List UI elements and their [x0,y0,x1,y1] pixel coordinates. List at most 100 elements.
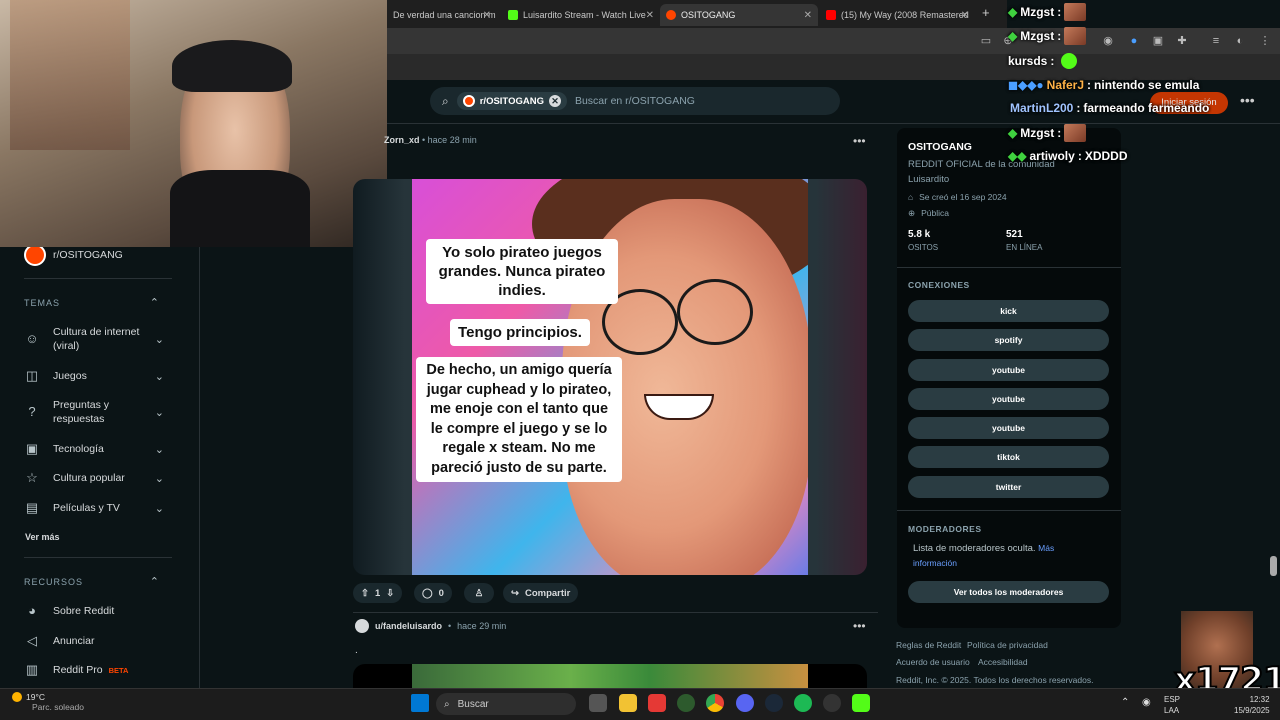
upvote-icon[interactable]: ⇧ [361,588,369,599]
footer-link-user-agreement[interactable]: Acuerdo de usuario [896,657,970,667]
task-view-icon[interactable] [589,694,607,712]
post2-author[interactable]: u/fandeluisardo [375,621,442,631]
award-button[interactable]: ♙ [464,583,494,603]
view-moderators-button[interactable]: Ver todos los moderadores [908,581,1109,603]
vote-buttons[interactable]: ⇧ 1 ⇩ [353,583,403,603]
comments-button[interactable]: ◯ 0 [414,583,452,603]
screen-icon[interactable]: ▣ [1151,34,1165,48]
connection-youtube-1[interactable]: youtube [908,359,1109,381]
clock[interactable]: 12:32 15/9/2025 [1234,694,1270,716]
temas-heading[interactable]: TEMAS ⌃ [24,297,160,309]
shield-icon[interactable]: ● [1127,34,1141,48]
tab-label: (15) My Way (2008 Remastered [841,10,969,20]
sidebar-item-cultura-popular[interactable]: ☆ Cultura popular ⌄ [24,470,164,486]
clear-icon[interactable]: ✕ [548,95,561,107]
spotify-icon[interactable] [794,694,812,712]
post2-body: . [355,645,358,656]
sidebar-item-peliculas[interactable]: ▤ Películas y TV ⌄ [24,500,164,516]
puzzle-icon[interactable]: ✚ [1175,34,1189,48]
cast-icon[interactable]: ▭ [979,34,993,48]
menu-icon[interactable]: ⋮ [1258,34,1272,48]
kick-icon[interactable] [852,694,870,712]
file-explorer-icon[interactable] [619,694,637,712]
comment-icon: ◯ [422,587,433,599]
post-meta: Zorn_xd • hace 28 min [384,135,477,145]
sidebar-item-anunciar[interactable]: ◁ Anunciar [24,633,164,649]
close-icon[interactable]: ✕ [483,10,491,21]
close-icon[interactable]: ✕ [961,10,969,21]
mic-icon[interactable]: ◉ [1142,697,1151,708]
sidebar-item-cultura-internet[interactable]: ☺ Cultura de internet (viral) ⌄ [24,325,164,353]
browser-tab-3[interactable]: OSITOGANG ✕ [660,4,818,26]
post2-meta: u/fandeluisardo • hace 29 min [355,619,506,633]
connection-youtube-3[interactable]: youtube [908,417,1109,439]
chat-user: Mzgst [1020,29,1055,43]
browser-tab-4[interactable]: (15) My Way (2008 Remastered ✕ [820,4,975,26]
sidebar-item-juegos[interactable]: ◫ Juegos ⌄ [24,368,164,384]
footer-link-privacy[interactable]: Política de privacidad [967,640,1048,650]
connection-kick[interactable]: kick [908,300,1109,322]
new-tab-button[interactable]: + [982,5,990,20]
heading-label: TEMAS [24,298,61,308]
clock-date: 15/9/2025 [1234,706,1270,715]
sidebar-item-reddit-pro[interactable]: ▥ Reddit Pro BETA [24,662,164,678]
address-bar[interactable] [387,28,1280,54]
comment-count: 0 [438,587,444,599]
downvote-icon[interactable]: ⇩ [386,588,394,599]
close-icon[interactable]: ✕ [804,10,812,21]
sidebar-item-tecnologia[interactable]: ▣ Tecnología ⌄ [24,441,164,457]
profile-icon[interactable]: ◐ [1233,34,1247,48]
scrollbar-thumb[interactable] [1270,556,1277,576]
app-icon[interactable] [648,694,666,712]
footer-link-rules[interactable]: Reglas de Reddit [896,640,961,650]
post-more-icon[interactable]: ••• [853,619,866,633]
sidebar-community[interactable]: r/OSITOGANG [53,249,123,261]
ver-mas-link[interactable]: Ver más [25,532,60,542]
search-input[interactable]: Buscar en r/OSITOGANG [575,95,695,107]
search-bar[interactable]: ⌕ r/OSITOGANG ✕ Buscar en r/OSITOGANG [430,87,840,115]
language-indicator[interactable]: ESP LAA [1164,694,1180,716]
connection-youtube-2[interactable]: youtube [908,388,1109,410]
start-button[interactable] [411,694,429,712]
chat-text: farmeando farmeando [1083,101,1210,115]
taskbar-search[interactable]: ⌕ Buscar [436,693,576,715]
avatar[interactable] [355,619,369,633]
xbox-icon[interactable] [677,694,695,712]
chat-user: MartinL200 [1010,101,1074,115]
emote-icon [1064,124,1087,142]
browser-tab-2[interactable]: Luisardito Stream - Watch Live ✕ [502,4,660,26]
post-author[interactable]: Zorn_xd [384,135,420,145]
sidebar-item-preguntas[interactable]: ? Preguntas y respuestas ⌄ [24,398,164,426]
meme-image[interactable]: Yo solo pirateo juegos grandes. Nunca pi… [412,179,808,575]
badge-icon: ◆ [1008,5,1018,19]
connection-spotify[interactable]: spotify [908,329,1109,351]
globe-icon: ⊕ [908,208,916,218]
obs-icon[interactable] [823,694,841,712]
tray-chevron-icon[interactable]: ⌃ [1121,697,1129,708]
steam-icon[interactable] [765,694,783,712]
post-more-icon[interactable]: ••• [853,134,866,148]
extension-icon[interactable]: ◉ [1101,34,1115,48]
footer-link-accessibility[interactable]: Accesibilidad [978,657,1028,667]
cake-icon: ⌂ [908,192,914,202]
webcam-overlay [0,0,387,247]
post2-media[interactable] [353,664,867,688]
chrome-icon[interactable] [706,694,724,712]
share-button[interactable]: ↪ Compartir [503,583,579,603]
members-label: OSITOS [908,243,939,252]
connection-twitter[interactable]: twitter [908,476,1109,498]
connection-tiktok[interactable]: tiktok [908,446,1109,468]
more-icon[interactable]: ••• [1240,92,1255,108]
recursos-heading[interactable]: RECURSOS ⌃ [24,576,160,588]
sidebar-item-sobre-reddit[interactable]: ◕ Sobre Reddit [24,603,164,619]
visibility-info: ⊕ Pública [908,208,949,219]
close-icon[interactable]: ✕ [646,10,654,21]
browser-tab-1[interactable]: De verdad una cancion m ✕ [387,4,497,26]
shirt [170,170,310,247]
community-chip[interactable]: r/OSITOGANG ✕ [456,92,567,110]
sidebar-item-label: Juegos [53,370,87,382]
chat-user: Mzgst [1020,5,1055,19]
weather-widget[interactable]: 19°C Parc. soleado [12,692,84,712]
discord-icon[interactable] [736,694,754,712]
playlist-icon[interactable]: ≡ [1209,34,1223,48]
